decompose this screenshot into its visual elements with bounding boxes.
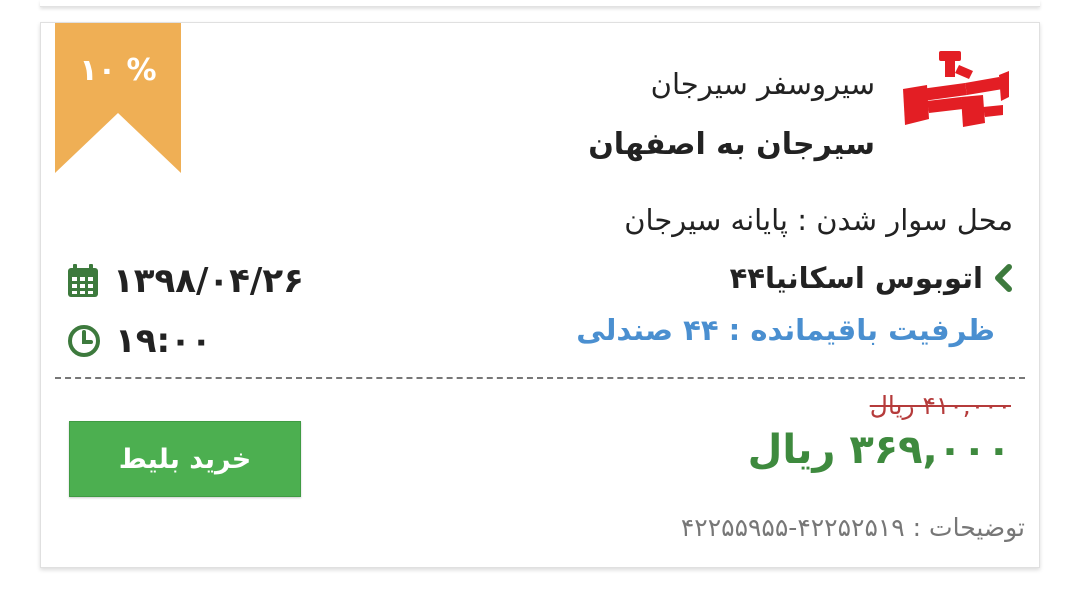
- buy-ticket-button[interactable]: خرید بلیط: [69, 421, 301, 497]
- discount-ribbon: % ۱۰: [55, 23, 181, 173]
- bus-type: اتوبوس اسکانیا۴۴: [729, 261, 983, 295]
- description: توضیحات : ۴۲۲۵۲۵۱۹-۴۲۲۵۵۹۵۵: [680, 513, 1025, 542]
- chevron-left-icon: [995, 264, 1012, 292]
- remaining-capacity: ظرفیت باقیمانده : ۴۴ صندلی: [576, 313, 995, 347]
- calendar-icon: [68, 264, 98, 297]
- dashed-divider: [55, 377, 1025, 379]
- original-price: ۴۱۰,۰۰۰ ریال: [869, 391, 1011, 420]
- discount-label: % ۱۰: [79, 53, 157, 88]
- bus-type-row: اتوبوس اسکانیا۴۴: [730, 261, 1013, 295]
- previous-card-edge: [40, 0, 1040, 7]
- route-title: سیرجان به اصفهان: [588, 127, 875, 162]
- company-logo-icon: [899, 49, 1011, 139]
- boarding-location: محل سوار شدن : پایانه سیرجان: [624, 203, 1013, 237]
- departure-date-row: ۱۳۹۸/۰۴/۲۶: [67, 261, 304, 301]
- discounted-price: ۳۶۹,۰۰۰ ریال: [747, 427, 1011, 473]
- departure-time-row: ۱۹:۰۰: [67, 321, 212, 361]
- ticket-card[interactable]: % ۱۰ سیروسفر سیرجان سیرجان به اصفهان محل…: [40, 22, 1040, 568]
- ribbon-shape: [55, 23, 181, 173]
- departure-time: ۱۹:۰۰: [115, 321, 212, 361]
- clock-icon: [68, 325, 100, 357]
- departure-date: ۱۳۹۸/۰۴/۲۶: [113, 261, 304, 301]
- company-name: سیروسفر سیرجان: [650, 67, 875, 101]
